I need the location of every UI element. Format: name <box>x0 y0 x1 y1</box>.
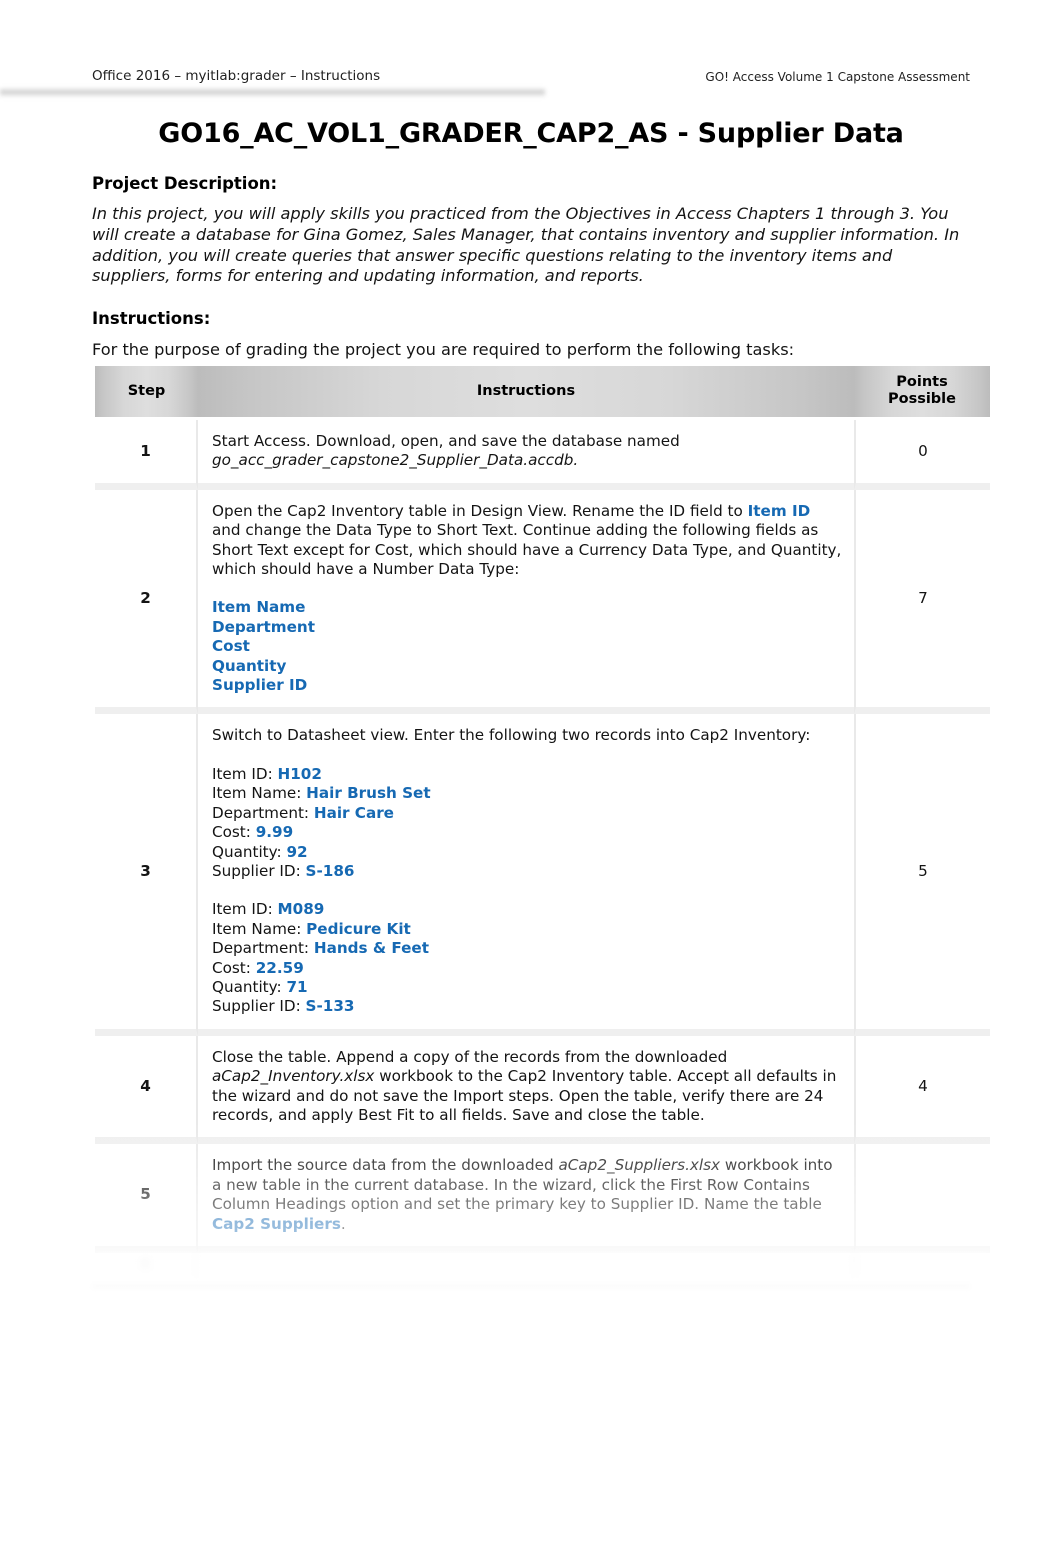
project-description-heading: Project Description: <box>92 174 278 193</box>
label-department-2: Department: <box>212 939 314 958</box>
instr-text: Close the table. Append a copy of the re… <box>212 1047 728 1066</box>
instr-text: Start Access. Download, open, and save t… <box>212 432 680 450</box>
row-step-number: 3 <box>95 714 198 1036</box>
instr-period: . <box>340 1214 346 1233</box>
row-instructions: Close the table. Append a copy of the re… <box>198 1035 854 1145</box>
row-step-number: 4 <box>95 1035 198 1145</box>
table-header-row: Step Instructions Points Possible <box>95 366 990 420</box>
value-supplier-id-2: S-133 <box>305 997 355 1016</box>
instructions-lead-text: For the purpose of grading the project y… <box>92 340 795 359</box>
row-instructions: Open the Cap2 Inventory table in Design … <box>198 489 854 715</box>
header-divider-rule <box>0 88 545 97</box>
value-quantity-1: 92 <box>286 842 308 861</box>
row-points: 5 <box>854 714 990 1036</box>
label-item-id-2: Item ID: <box>212 900 278 919</box>
row-step-number: 2 <box>95 489 198 715</box>
table-row: 4 Close the table. Append a copy of the … <box>95 1035 990 1145</box>
table-row: 1 Start Access. Download, open, and save… <box>95 420 990 490</box>
row-points: 0 <box>854 420 990 490</box>
label-supplier-id-2: Supplier ID: <box>212 997 306 1016</box>
points-header-line2: Possible <box>887 391 956 407</box>
label-item-name-2: Item Name: <box>212 919 307 938</box>
column-header-step: Step <box>95 366 198 420</box>
label-quantity-1: Quantity: <box>212 842 287 861</box>
table-row: 6 <box>95 1253 990 1277</box>
table-row: 3 Switch to Datasheet view. Enter the fo… <box>95 714 990 1036</box>
field-supplier-id: Supplier ID <box>212 676 308 695</box>
instr-text-cont: and change the Data Type to Short Text. … <box>212 521 842 579</box>
header-right-text: GO! Access Volume 1 Capstone Assessment <box>705 70 970 84</box>
instr-filename: aCap2_Suppliers.xlsx <box>558 1156 721 1175</box>
value-department-2: Hands & Feet <box>313 939 429 958</box>
value-department-1: Hair Care <box>313 803 394 822</box>
label-quantity-2: Quantity: <box>212 977 287 996</box>
label-department-1: Department: <box>212 803 314 822</box>
row-instructions: Import the source data from the download… <box>198 1144 854 1253</box>
row-step-number: 1 <box>95 420 198 490</box>
label-cost-1: Cost: <box>212 823 256 842</box>
row-instructions <box>198 1253 854 1277</box>
value-item-name-2: Pedicure Kit <box>306 919 411 938</box>
instr-filename: go_acc_grader_capstone2_Supplier_Data.ac… <box>212 451 574 470</box>
instr-field-item-id: Item ID <box>747 501 811 520</box>
column-header-instructions: Instructions <box>198 366 854 420</box>
table-header: Step Instructions Points Possible <box>95 366 990 420</box>
field-item-name: Item Name <box>212 598 306 617</box>
label-supplier-id-1: Supplier ID: <box>212 861 306 880</box>
row-points: 7 <box>854 489 990 715</box>
value-supplier-id-1: S-186 <box>305 861 355 880</box>
header-left-text: Office 2016 – myitlab:grader – Instructi… <box>92 68 381 84</box>
label-cost-2: Cost: <box>212 958 256 977</box>
instr-text: Import the source data from the download… <box>212 1156 559 1175</box>
field-department: Department <box>212 617 315 636</box>
row-instructions: Start Access. Download, open, and save t… <box>198 420 854 490</box>
field-quantity: Quantity <box>212 656 287 675</box>
document-page: Office 2016 – myitlab:grader – Instructi… <box>0 0 1062 1556</box>
row-points <box>854 1253 990 1277</box>
field-cost: Cost <box>212 637 250 656</box>
table-name-cap2-suppliers: Cap2 Suppliers <box>212 1214 341 1233</box>
instr-intro: Switch to Datasheet view. Enter the foll… <box>212 726 811 745</box>
instr-text: Open the Cap2 Inventory table in Design … <box>212 501 748 520</box>
table-row: 2 Open the Cap2 Inventory table in Desig… <box>95 489 990 715</box>
label-item-id-1: Item ID: <box>212 764 278 783</box>
value-item-id-1: H102 <box>277 764 322 783</box>
table-body: 1 Start Access. Download, open, and save… <box>95 420 990 1277</box>
column-header-points-possible: Points Possible <box>854 366 990 420</box>
table-row: 5 Import the source data from the downlo… <box>95 1144 990 1253</box>
instr-period: . <box>573 451 579 470</box>
page-title: GO16_AC_VOL1_GRADER_CAP2_AS - Supplier D… <box>158 118 904 149</box>
project-description-body: In this project, you will apply skills y… <box>92 204 960 286</box>
value-cost-1: 9.99 <box>255 823 294 842</box>
value-item-id-2: M089 <box>277 900 325 919</box>
running-footer <box>92 1288 970 1314</box>
label-item-name-1: Item Name: <box>212 784 307 803</box>
row-points: 4 <box>854 1035 990 1145</box>
value-item-name-1: Hair Brush Set <box>306 784 431 803</box>
instr-filename: aCap2_Inventory.xlsx <box>212 1067 375 1086</box>
row-step-number: 6 <box>95 1253 198 1277</box>
row-points <box>854 1144 990 1253</box>
row-step-number: 5 <box>95 1144 198 1253</box>
instructions-heading: Instructions: <box>92 309 211 328</box>
points-header-line1: Points <box>896 374 948 390</box>
task-table: Step Instructions Points Possible 1 Star… <box>95 366 990 1277</box>
running-header: Office 2016 – myitlab:grader – Instructi… <box>92 68 970 90</box>
value-quantity-2: 71 <box>286 977 308 996</box>
row-instructions: Switch to Datasheet view. Enter the foll… <box>198 714 854 1036</box>
value-cost-2: 22.59 <box>255 958 304 977</box>
